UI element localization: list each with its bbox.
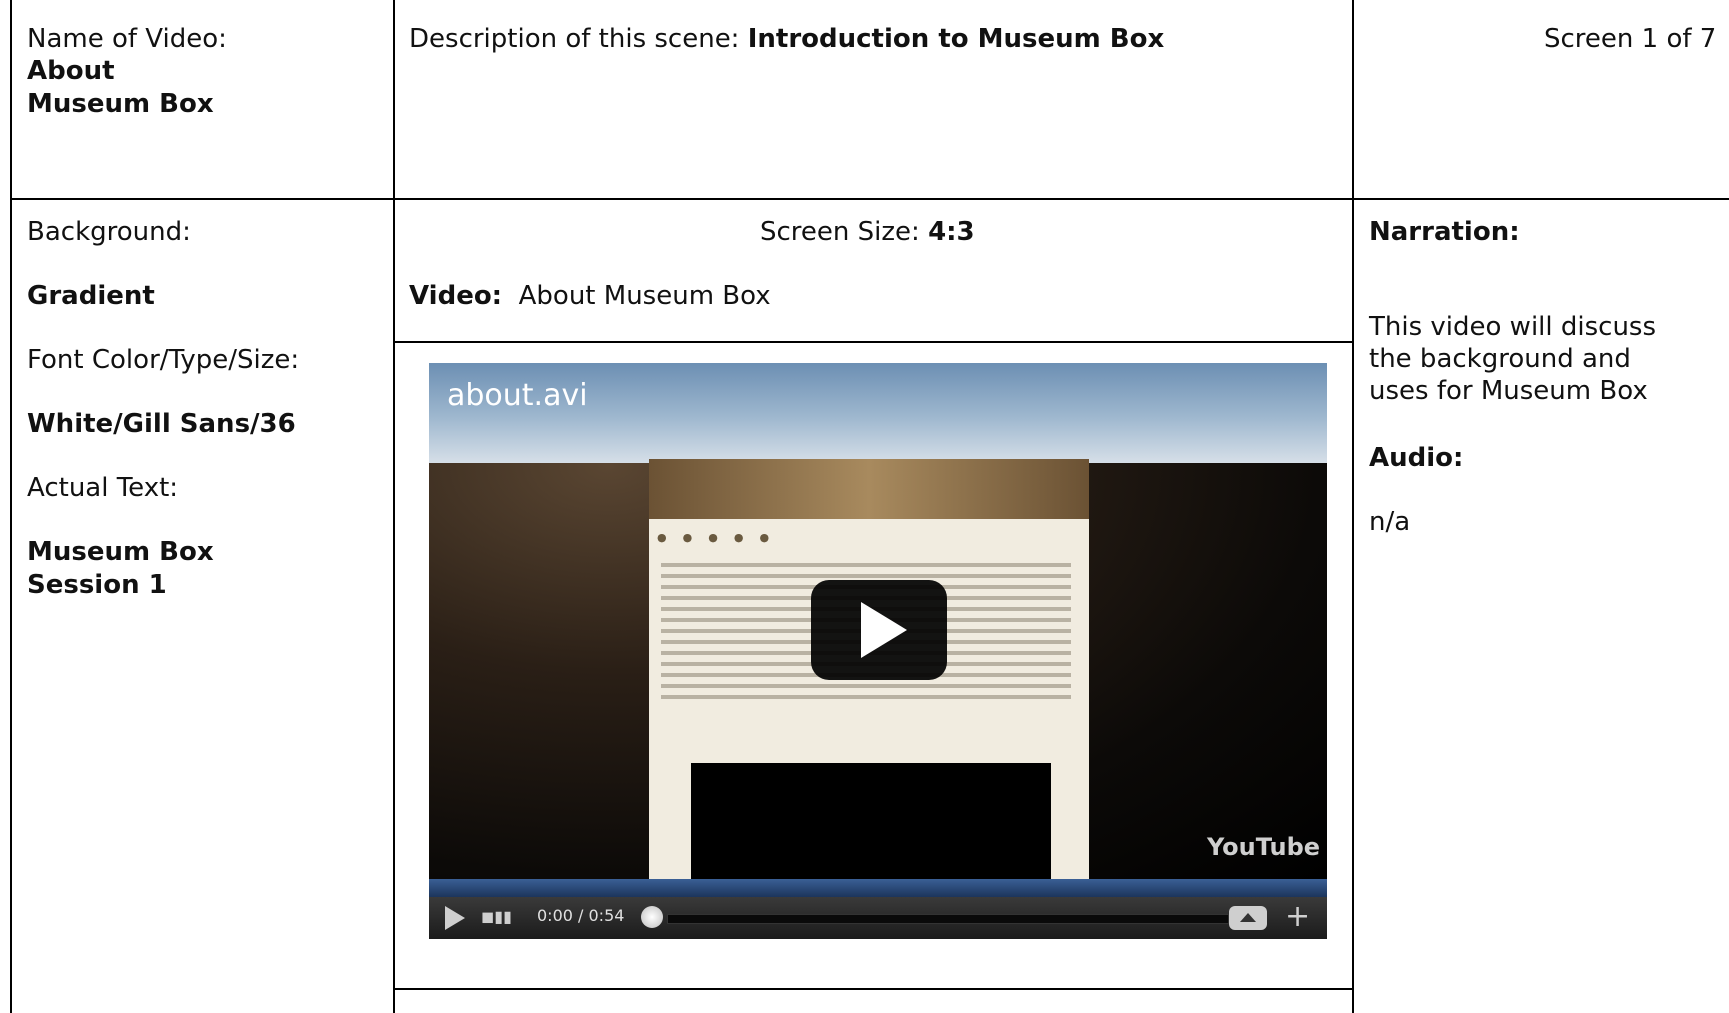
narration-line3: uses for Museum Box bbox=[1369, 376, 1648, 406]
video-line: Video: About Museum Box bbox=[409, 280, 771, 312]
scene-description-value: Introduction to Museum Box bbox=[747, 24, 1165, 54]
big-play-button[interactable] bbox=[811, 580, 947, 680]
nav-dot: ● bbox=[657, 531, 667, 544]
progress-bar[interactable] bbox=[667, 914, 1229, 924]
video-value: About Museum Box bbox=[518, 281, 771, 311]
player-controls: ◼▮▮ 0:00 / 0:54 + bbox=[429, 897, 1327, 939]
screen-counter: Screen 1 of 7 bbox=[1544, 24, 1717, 54]
website-nav-image: ● ● ● ● ● bbox=[657, 531, 1077, 549]
narration-line1: This video will discuss bbox=[1369, 312, 1657, 342]
screen-size: Screen Size: 4:3 bbox=[760, 216, 975, 248]
nav-dot: ● bbox=[708, 531, 718, 544]
time-display: 0:00 / 0:54 bbox=[537, 906, 625, 925]
narration-line2: the background and bbox=[1369, 344, 1631, 374]
nav-dot: ● bbox=[733, 531, 744, 544]
border-col1 bbox=[393, 0, 395, 1013]
border-col2 bbox=[1352, 0, 1354, 1013]
font-label: Font Color/Type/Size: bbox=[27, 345, 300, 375]
scene-description-label: Description of this scene: bbox=[409, 24, 748, 54]
narration-label: Narration: bbox=[1369, 217, 1520, 247]
background-value: Gradient bbox=[27, 281, 155, 311]
border-left bbox=[10, 0, 12, 1013]
video-label: Video: bbox=[409, 281, 503, 311]
website-banner-image bbox=[649, 459, 1089, 519]
background-label: Background: bbox=[27, 217, 191, 247]
video-name-line1: About bbox=[27, 56, 115, 86]
font-value: White/Gill Sans/36 bbox=[27, 409, 296, 439]
screen-size-value: 4:3 bbox=[928, 217, 975, 247]
actual-text-line1: Museum Box bbox=[27, 537, 214, 567]
website-embedded-video bbox=[691, 763, 1051, 879]
nav-dot: ● bbox=[682, 531, 693, 544]
video-name-line2: Museum Box bbox=[27, 89, 214, 119]
scene-description: Description of this scene: Introduction … bbox=[409, 23, 1164, 55]
actual-text-line2: Session 1 bbox=[27, 570, 167, 600]
border-mid-bottom bbox=[393, 988, 1354, 990]
video-player[interactable]: about.avi ● ● ● ● ● YouTube ◼▮▮ 0:00 / 0… bbox=[429, 363, 1327, 939]
fullscreen-icon[interactable] bbox=[1229, 906, 1267, 930]
video-name-label: Name of Video: bbox=[27, 24, 227, 54]
storyboard-page: Name of Video: About Museum Box Descript… bbox=[0, 0, 1729, 1013]
youtube-watermark: YouTube bbox=[1207, 833, 1321, 861]
border-mid-top bbox=[393, 341, 1354, 343]
audio-value: n/a bbox=[1369, 507, 1411, 537]
volume-icon[interactable]: ◼▮▮ bbox=[481, 907, 512, 929]
play-icon[interactable] bbox=[445, 906, 465, 930]
nav-dot: ● bbox=[759, 531, 770, 544]
screen-size-label: Screen Size: bbox=[760, 217, 929, 247]
audio-label: Audio: bbox=[1369, 443, 1464, 473]
windows-taskbar-image bbox=[429, 879, 1327, 897]
video-overlay-title: about.avi bbox=[447, 378, 588, 413]
actual-text-label: Actual Text: bbox=[27, 473, 179, 503]
border-row1 bbox=[10, 198, 1729, 200]
plus-icon[interactable]: + bbox=[1285, 901, 1310, 933]
progress-knob[interactable] bbox=[641, 906, 663, 928]
